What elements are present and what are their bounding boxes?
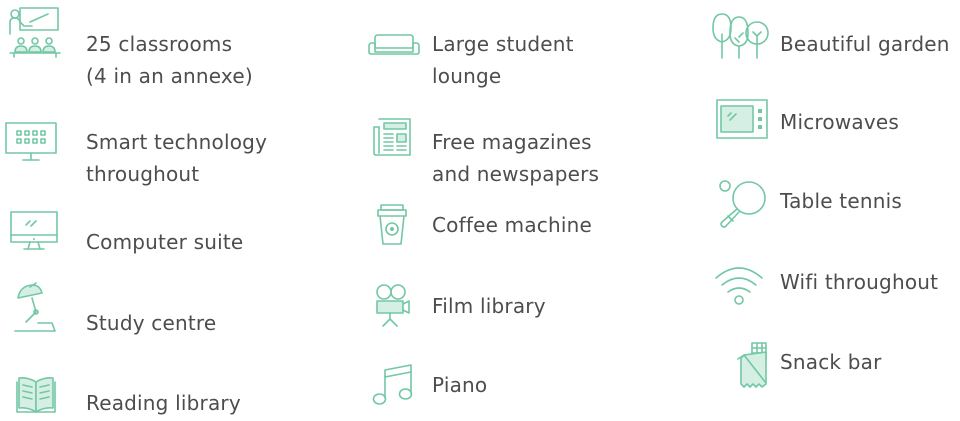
chocolate-bar-icon	[736, 342, 770, 390]
classroom-icon	[8, 6, 62, 58]
trees-icon	[712, 12, 770, 60]
facilities-page: { "colors": { "icon": "#72c7a5", "icon_f…	[0, 0, 960, 421]
wifi-icon	[714, 264, 764, 306]
microwave-icon	[716, 99, 768, 139]
facility-label: Microwaves	[780, 110, 900, 134]
facility-label: Study centre	[86, 311, 217, 335]
facility-label: Computer suite	[86, 230, 244, 254]
smartboard-icon	[5, 122, 57, 162]
music-note-icon	[372, 364, 414, 406]
facility-label: Wifi throughout	[780, 270, 939, 294]
computer-icon	[10, 211, 58, 251]
sofa-icon	[368, 34, 420, 56]
facility-label: Reading library	[86, 391, 241, 415]
facility-label: Smart technology throughout	[86, 130, 268, 186]
facility-label: Snack bar	[780, 350, 882, 374]
facility-label: Beautiful garden	[780, 32, 950, 56]
facility-label: Table tennis	[780, 189, 902, 213]
film-camera-icon	[373, 283, 411, 327]
facility-label: 25 classrooms (4 in an annexe)	[86, 32, 253, 88]
facility-label: Piano	[432, 373, 488, 397]
book-icon	[16, 376, 56, 414]
facility-label: Coffee machine	[432, 213, 592, 237]
coffee-cup-icon	[377, 204, 407, 246]
facility-label: Film library	[432, 294, 546, 318]
newspaper-icon	[373, 118, 411, 156]
facility-label: Large student lounge	[432, 32, 574, 88]
table-tennis-icon	[719, 180, 769, 228]
desk-lamp-icon	[14, 282, 56, 333]
facility-label: Free magazines and newspapers	[432, 130, 600, 186]
